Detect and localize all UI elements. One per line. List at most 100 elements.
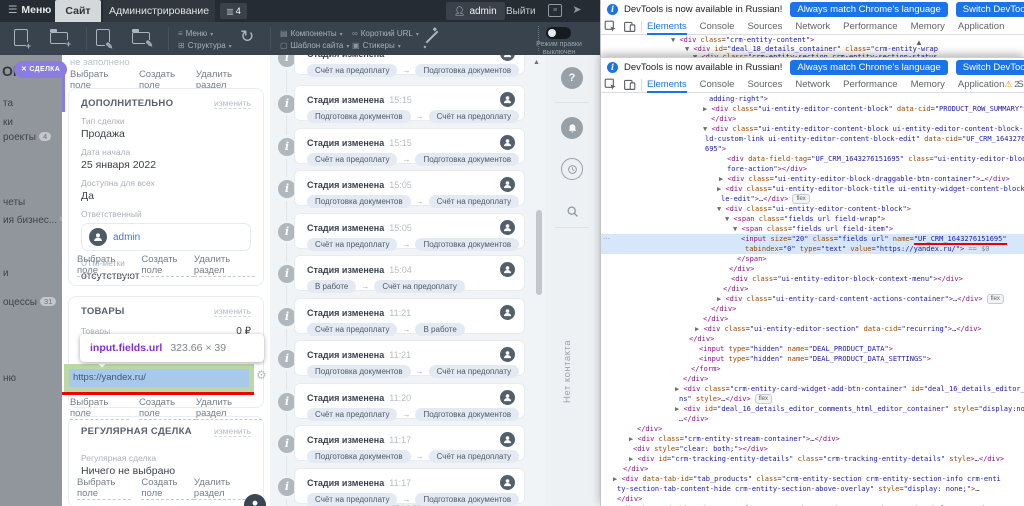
dom-tree-row[interactable]: ld-custom-link ui-entity-editor-content-… <box>705 134 1024 144</box>
devtools-tab-console[interactable]: Console <box>700 19 735 35</box>
section-edit-link[interactable]: изменить <box>214 98 251 109</box>
dom-tree-row[interactable]: ▼ <div class="ui-entity-editor-content-b… <box>703 124 1024 134</box>
refresh-icon[interactable]: ↻ <box>240 27 254 47</box>
dom-tree-row[interactable]: </form> <box>691 364 721 374</box>
url-input[interactable]: https://yandex.ru/ <box>69 369 249 387</box>
timeline-card[interactable]: Стадия изменена11:21Счёт на предоплату→В… <box>294 298 525 334</box>
dom-tree-row[interactable]: ▶ <div class="crm-entity-card-widget-add… <box>675 384 1024 394</box>
dom-tree-row[interactable]: ▶ <div class="ui-entity-card-content-act… <box>717 294 1004 304</box>
dom-tree-row[interactable]: fore-action"></div> <box>727 164 807 174</box>
dom-tree-row[interactable]: ▶ <div class="ui-entity-editor-block-dra… <box>719 174 1010 184</box>
dom-tree-row[interactable]: ▼ <span class="fields url field-wrap"> <box>725 214 885 224</box>
dom-tree-row[interactable]: </div> <box>729 264 754 274</box>
dom-tree-row[interactable]: </div> <box>623 464 648 474</box>
edit-page-icon[interactable] <box>96 29 110 46</box>
dom-tree-row[interactable]: <div data-field-tag="UF_CRM_164327615169… <box>727 154 1024 164</box>
close-icon[interactable]: ✕ <box>21 66 27 73</box>
sidebar-item[interactable]: ия бизнес...beta <box>3 215 62 226</box>
dom-tree-row[interactable]: </div> <box>711 304 736 314</box>
timeline-card[interactable]: Стадия изменена11:17Подготовка документо… <box>294 425 525 461</box>
timeline-card[interactable]: Стадия изменена15:05Счёт на предоплату→П… <box>294 213 525 249</box>
field-value[interactable]: Продажа <box>81 128 251 140</box>
sidebar-item[interactable]: ки <box>3 117 13 128</box>
switch-russian-button[interactable]: Switch DevTools to Russian <box>956 60 1024 75</box>
dom-tree-row[interactable]: ▼ <span class="fields url field-item"> <box>733 224 893 234</box>
select-field-link[interactable]: Выбрать поле <box>77 477 131 500</box>
issues-counter[interactable]: ⚠2 <box>1005 79 1019 90</box>
timeline-card[interactable]: Стадия изменена11:17Счёт на предоплату→П… <box>294 468 525 504</box>
match-language-button[interactable]: Always match Chrome's language <box>790 60 947 75</box>
section-edit-link[interactable]: изменить <box>214 426 251 437</box>
elements-scroll-up-arrow[interactable]: ▲ <box>915 38 923 47</box>
topbar-menu-button[interactable]: ☰Меню <box>8 4 51 16</box>
timeline-card[interactable]: Стадия изменена15:15Подготовка документо… <box>294 85 525 121</box>
devtools-tab-memory[interactable]: Memory <box>911 77 945 93</box>
create-field-link[interactable]: Создать поле <box>139 397 196 420</box>
match-language-button[interactable]: Always match Chrome's language <box>790 2 947 17</box>
dom-tree-row[interactable]: ns" style>…</div>flex <box>679 394 772 404</box>
timeline-card[interactable]: Стадия изменена11:21Подготовка документо… <box>294 340 525 376</box>
dom-tree-row[interactable]: </div> <box>689 334 714 344</box>
section-edit-link[interactable]: изменить <box>214 306 251 317</box>
devtools-tab-console[interactable]: Console <box>700 77 735 93</box>
dom-tree-row[interactable]: …</div> <box>679 414 709 424</box>
wizard-wand-icon[interactable] <box>426 31 439 44</box>
devtools-tab-application[interactable]: Application <box>958 77 1004 93</box>
devtools-tab-sources[interactable]: Sources <box>747 19 782 35</box>
dom-tree-row[interactable]: ▶ <div class="ui-entity-editor-content-b… <box>703 104 1024 114</box>
dom-tree-row[interactable]: <div style="clear: both;"></div> <box>633 444 768 454</box>
dom-tree-row[interactable]: </div> <box>683 374 708 384</box>
tab-site[interactable]: Сайт <box>55 0 101 22</box>
inspect-element-icon[interactable] <box>604 78 617 91</box>
dom-tree-row[interactable]: </div> <box>723 284 748 294</box>
devtools-tab-network[interactable]: Network <box>795 77 830 93</box>
switch-russian-button[interactable]: Switch DevTools to Russian <box>956 2 1024 17</box>
timeline-card[interactable]: Стадия изменена15:04В работе→Счёт на пре… <box>294 255 525 291</box>
sidebar-item[interactable]: роекты4 <box>3 132 51 143</box>
dom-tree-row[interactable]: 695"> <box>705 144 726 154</box>
devtools-tab-elements[interactable]: Elements <box>647 77 687 93</box>
dom-tree-row[interactable]: ▶ <div class="ui-entity-editor-section" … <box>695 324 982 334</box>
flex-badge[interactable]: flex <box>987 294 1004 304</box>
dom-tree-row[interactable]: ▶ <div class="ui-entity-editor-block-tit… <box>717 184 1024 194</box>
gear-icon[interactable]: ⚙ <box>256 368 267 382</box>
devtools-tab-application[interactable]: Application <box>958 19 1004 35</box>
devtools-tab-performance[interactable]: Performance <box>843 19 897 35</box>
edit-mode-toggle[interactable] <box>546 27 571 39</box>
device-toolbar-icon[interactable] <box>623 20 636 33</box>
devtools-tab-elements[interactable]: Elements <box>647 19 687 35</box>
remove-section-link[interactable]: Удалить раздел <box>194 254 255 277</box>
flex-badge[interactable]: flex <box>755 394 772 404</box>
search-icon[interactable] <box>561 200 583 222</box>
remove-section-link[interactable]: Удалить раздел <box>196 397 262 420</box>
bell-icon[interactable] <box>561 117 583 139</box>
dom-tree-row[interactable]: ▶ <div id="crm-tracking-entity-details" … <box>629 454 1004 464</box>
devtools-tab-network[interactable]: Network <box>795 19 830 35</box>
dom-tree-row[interactable]: <input type="hidden" name="DEAL_PRODUCT_… <box>699 354 931 364</box>
dom-tree-row[interactable]: </div> <box>617 494 642 504</box>
structure-dropdown[interactable]: ⊞Структура▾ <box>178 41 232 52</box>
field-value[interactable]: Ничего не выбрано <box>81 465 251 477</box>
sidebar-item[interactable]: та <box>3 98 13 109</box>
menu-dropdown[interactable]: ≡Меню▾ <box>178 29 213 40</box>
device-toolbar-icon[interactable] <box>623 78 636 91</box>
timeline-scrollbar-thumb[interactable] <box>536 210 542 295</box>
create-field-link[interactable]: Создать поле <box>141 254 194 277</box>
create-field-link[interactable]: Создать поле <box>141 477 194 500</box>
timeline-card[interactable]: Стадия изменена15:15Счёт на предоплату→П… <box>294 128 525 164</box>
timeline-card[interactable]: Стадия изменена11:20Счёт на предоплату→П… <box>294 383 525 419</box>
stickers-dropdown[interactable]: ▣Стикеры▾ <box>352 41 401 52</box>
dom-tree-row[interactable]: </span> <box>737 254 767 264</box>
responsible-name[interactable]: admin <box>113 232 140 243</box>
field-value[interactable]: Да <box>81 190 251 202</box>
new-page-icon[interactable] <box>14 29 28 46</box>
dom-tree-row[interactable]: ▼ <div class="ui-entity-editor-content-b… <box>717 204 911 214</box>
dom-tree-row[interactable]: <input type="hidden" name="DEAL_PRODUCT_… <box>699 344 893 354</box>
devtools-tab-performance[interactable]: Performance <box>843 77 897 93</box>
edit-folder-icon[interactable] <box>132 32 150 44</box>
send-icon[interactable]: ➤ <box>570 4 584 17</box>
select-field-link[interactable]: Выбрать поле <box>77 254 131 277</box>
components-dropdown[interactable]: ▤Компоненты▾ <box>280 29 343 40</box>
tab-administration[interactable]: Администрирование <box>103 0 215 22</box>
dom-tree-row[interactable]: </div> <box>711 114 736 124</box>
